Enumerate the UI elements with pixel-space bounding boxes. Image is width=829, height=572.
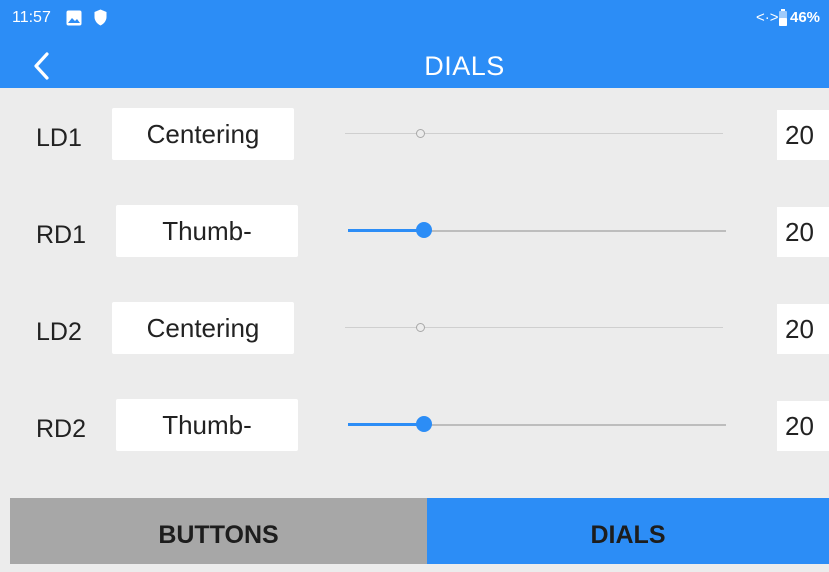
tab-buttons[interactable]: BUTTONS — [10, 498, 427, 564]
dial-value-input[interactable]: 20 — [777, 207, 829, 257]
dial-mode-selector[interactable]: Thumb- — [116, 399, 298, 451]
dial-slider[interactable] — [345, 129, 723, 138]
dial-slider[interactable] — [348, 222, 726, 238]
page-title: DIALS — [424, 51, 505, 81]
slider-track — [345, 133, 723, 134]
slider-fill — [348, 423, 424, 426]
status-time: 11:57 — [12, 9, 51, 26]
app-bar: 11:57 <·> 46% DIALS — [0, 0, 829, 88]
dial-label: RD1 — [36, 221, 87, 249]
dial-mode-selector[interactable]: Thumb- — [116, 205, 298, 257]
tab-dials[interactable]: DIALS — [427, 498, 829, 564]
dial-row-ld2: LD2 Centering 20 — [0, 302, 829, 362]
dial-value-input[interactable]: 20 — [777, 401, 829, 451]
dial-value-input[interactable]: 20 — [777, 110, 829, 160]
dial-value-input[interactable]: 20 — [777, 304, 829, 354]
slider-knob[interactable] — [416, 416, 432, 432]
dial-row-rd2: RD2 Thumb- 20 — [0, 399, 829, 459]
status-battery-level: 46% — [790, 9, 821, 26]
slider-knob[interactable] — [416, 129, 425, 138]
dial-slider[interactable] — [345, 323, 723, 332]
dial-label: LD2 — [36, 318, 82, 346]
slider-knob[interactable] — [416, 222, 432, 238]
dial-label: RD2 — [36, 415, 87, 443]
shield-icon — [94, 9, 107, 26]
slider-track — [345, 327, 723, 328]
dial-mode-selector[interactable]: Centering — [112, 108, 294, 160]
dial-slider[interactable] — [348, 416, 726, 432]
slider-knob[interactable] — [416, 323, 425, 332]
link-icon: <·> — [756, 9, 779, 26]
dial-label: LD1 — [36, 124, 82, 152]
image-icon — [66, 10, 82, 26]
slider-fill — [348, 229, 424, 232]
dial-mode-selector[interactable]: Centering — [112, 302, 294, 354]
dial-row-ld1: LD1 Centering 20 — [0, 108, 829, 168]
dial-row-rd1: RD1 Thumb- 20 — [0, 205, 829, 265]
battery-icon — [779, 9, 787, 26]
